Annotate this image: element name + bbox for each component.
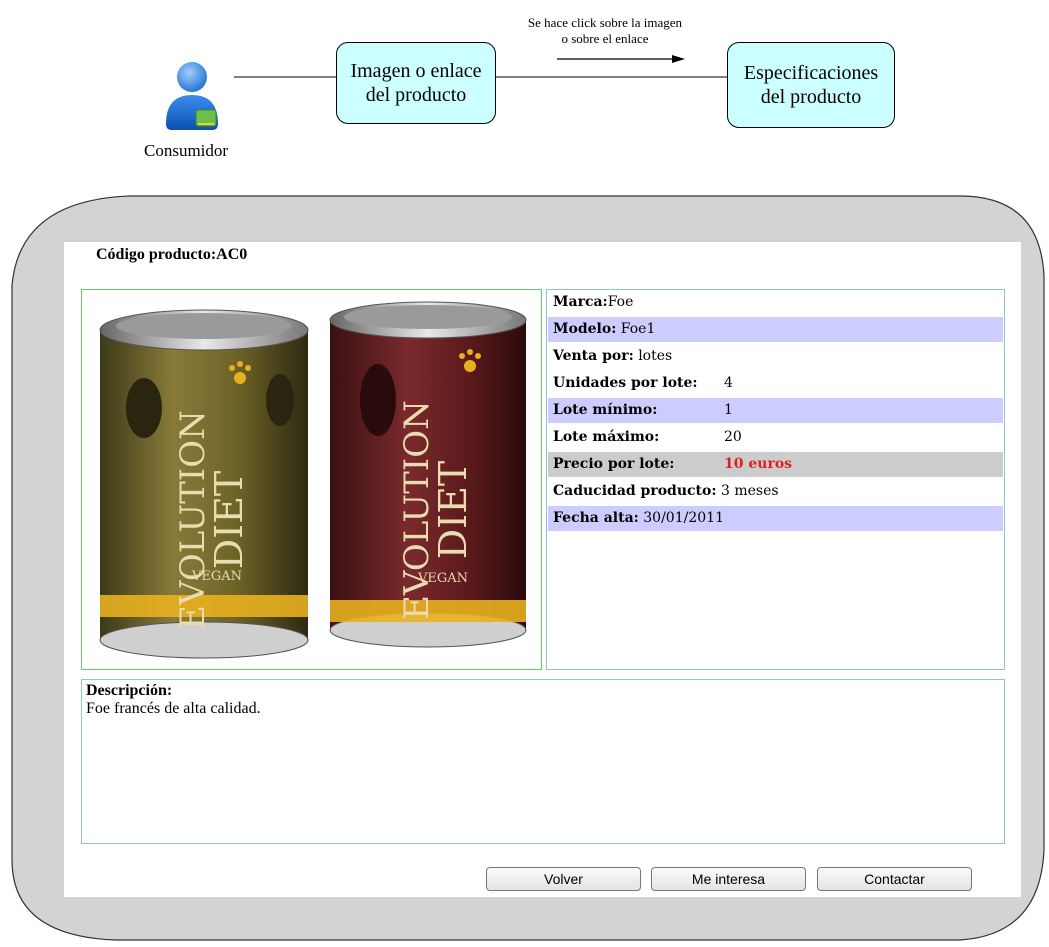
spec-label: Fecha alta: bbox=[553, 510, 639, 526]
can-left-brand-2: DIET bbox=[207, 471, 251, 570]
spec-row-max-lot: Lote máximo: 20 bbox=[548, 425, 1003, 450]
spec-value: lotes bbox=[633, 348, 673, 364]
spec-label: Venta por: bbox=[553, 348, 634, 364]
spec-value: 20 bbox=[724, 429, 742, 445]
spec-row-date-added: Fecha alta: 30/01/2011 bbox=[548, 506, 1003, 531]
spec-row-model: Modelo: Foe1 bbox=[548, 317, 1003, 342]
can-right-vegan: VEGAN bbox=[417, 571, 468, 586]
back-button[interactable]: Volver bbox=[486, 867, 641, 891]
can-right-brand-2: DIET bbox=[431, 461, 475, 560]
interested-button[interactable]: Me interesa bbox=[651, 867, 806, 891]
spec-value: 3 meses bbox=[716, 483, 779, 499]
spec-label: Lote mínimo: bbox=[553, 402, 658, 418]
spec-label: Caducidad producto: bbox=[553, 483, 717, 499]
description-text: Foe francés de alta calidad. bbox=[86, 700, 261, 717]
spec-label: Unidades por lote: bbox=[553, 375, 698, 391]
spec-value: Foe bbox=[607, 294, 634, 310]
product-image[interactable]: EVOLUTION DIET VEGAN EVOLUTION DIET VEGA… bbox=[81, 289, 542, 670]
product-code-title: Código producto:AC0 bbox=[96, 246, 248, 263]
spec-label: Precio por lote: bbox=[553, 456, 675, 472]
spec-row-price: Precio por lote: 10 euros bbox=[548, 452, 1003, 477]
spec-value: 1 bbox=[724, 402, 733, 418]
spec-label: Modelo: bbox=[553, 321, 617, 337]
spec-label: Marca: bbox=[553, 294, 608, 310]
spec-value: 30/01/2011 bbox=[638, 510, 724, 526]
spec-row-sale-by: Venta por: lotes bbox=[548, 344, 1003, 369]
description-title: Descripción: bbox=[86, 682, 173, 699]
product-specs: Marca:Foe Modelo: Foe1 Venta por: lotes … bbox=[546, 289, 1005, 670]
spec-row-min-lot: Lote mínimo: 1 bbox=[548, 398, 1003, 423]
spec-value-price: 10 euros bbox=[724, 456, 793, 472]
contact-button[interactable]: Contactar bbox=[817, 867, 972, 891]
spec-value: 4 bbox=[724, 375, 733, 391]
product-cans-image: EVOLUTION DIET VEGAN EVOLUTION DIET VEGA… bbox=[99, 301, 527, 659]
can-right: EVOLUTION DIET VEGAN bbox=[329, 301, 527, 648]
spec-row-brand: Marca:Foe bbox=[548, 290, 1003, 315]
spec-label: Lote máximo: bbox=[553, 429, 660, 445]
spec-row-expiry: Caducidad producto: 3 meses bbox=[548, 479, 1003, 504]
can-left: EVOLUTION DIET VEGAN bbox=[99, 309, 309, 659]
can-left-vegan: VEGAN bbox=[191, 569, 242, 584]
product-description: Descripción: Foe francés de alta calidad… bbox=[81, 679, 1005, 844]
spec-row-units-per-lot: Unidades por lote: 4 bbox=[548, 371, 1003, 396]
spec-value: Foe1 bbox=[616, 321, 656, 337]
